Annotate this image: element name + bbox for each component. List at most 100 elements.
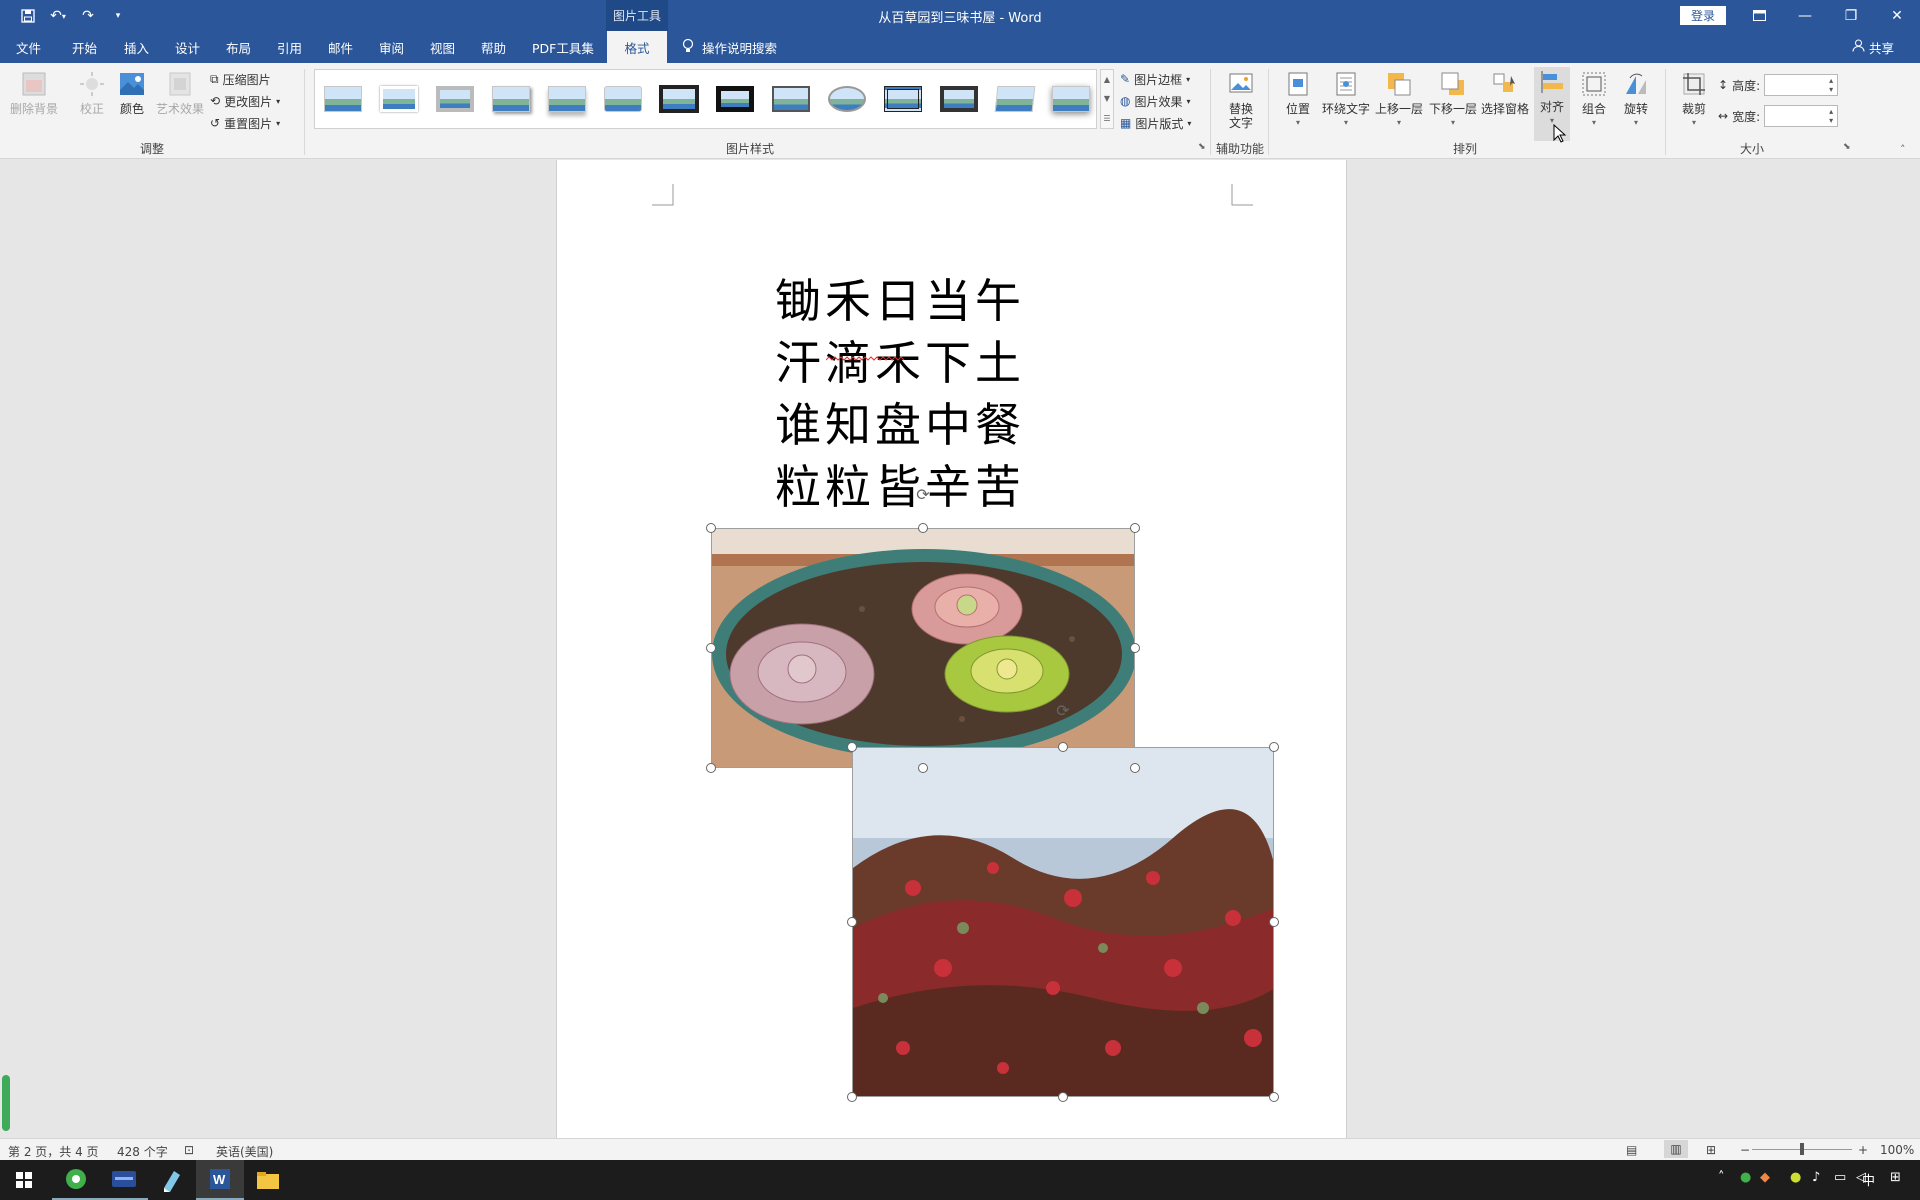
resize-handle-se[interactable] — [1130, 763, 1140, 773]
poem-line-1[interactable]: 锄禾日当午 — [775, 270, 1025, 332]
reset-picture-button[interactable]: ↺ 重置图片 ▾ — [210, 113, 280, 133]
read-mode-icon[interactable]: ▤ — [1626, 1143, 1637, 1157]
poem-line-3[interactable]: 谁知盘中餐 — [775, 394, 1025, 456]
red-tree-image[interactable] — [852, 747, 1274, 1097]
resize-handle-s[interactable] — [918, 763, 928, 773]
width-input[interactable] — [1764, 105, 1839, 127]
picture-style-7[interactable] — [657, 80, 701, 118]
change-picture-button[interactable]: ⟲ 更改图片 ▾ — [210, 91, 280, 111]
tab-layout[interactable]: 布局 — [226, 31, 251, 63]
picture-style-2[interactable] — [377, 80, 421, 118]
bring-forward-button[interactable]: 上移一层 ▾ — [1374, 69, 1424, 130]
restore-icon[interactable]: ❐ — [1828, 0, 1874, 31]
resize-handle-e[interactable] — [1269, 917, 1279, 927]
zoom-slider-thumb[interactable] — [1800, 1143, 1804, 1155]
picture-effects-button[interactable]: ◍ 图片效果 ▾ — [1120, 91, 1191, 111]
resize-handle-s[interactable] — [1058, 1092, 1068, 1102]
print-layout-icon[interactable]: ▥ — [1664, 1140, 1688, 1158]
tray-app-icon[interactable]: ◆ — [1760, 1170, 1770, 1185]
picture-style-12[interactable] — [937, 80, 981, 118]
ime-indicator[interactable]: 中 — [1862, 1170, 1875, 1189]
tab-home[interactable]: 开始 — [72, 31, 97, 63]
color-button[interactable]: 颜色 — [114, 69, 150, 116]
alt-text-button[interactable]: 替换文字 — [1216, 69, 1266, 130]
picture-layout-button[interactable]: ▦ 图片版式 ▾ — [1120, 113, 1191, 133]
close-icon[interactable]: ✕ — [1874, 0, 1920, 31]
succulent-image[interactable] — [711, 528, 1135, 768]
picture-border-button[interactable]: ✎ 图片边框 ▾ — [1120, 69, 1190, 89]
tab-view[interactable]: 视图 — [430, 31, 455, 63]
redo-icon[interactable]: ↷ — [78, 6, 98, 26]
picture-style-4[interactable] — [489, 80, 533, 118]
browser-app-icon[interactable] — [52, 1160, 100, 1200]
resize-handle-nw[interactable] — [847, 742, 857, 752]
resize-handle-nw[interactable] — [706, 523, 716, 533]
poem-line-4[interactable]: 粒粒皆辛苦 — [775, 456, 1025, 518]
tray-app-icon[interactable]: ● — [1790, 1170, 1801, 1185]
tab-file[interactable]: 文件 — [16, 31, 41, 63]
group-objects-button[interactable]: 组合 ▾ — [1576, 69, 1612, 130]
tab-help[interactable]: 帮助 — [481, 31, 506, 63]
picture-style-3[interactable] — [433, 80, 477, 118]
undo-icon[interactable]: ↶ ▾ — [48, 6, 68, 26]
rotate-handle-icon[interactable]: ⟳ — [1054, 702, 1072, 720]
recorder-app-icon[interactable] — [100, 1160, 148, 1200]
web-layout-icon[interactable]: ⊞ — [1706, 1143, 1716, 1157]
collapse-ribbon-icon[interactable]: ˄ — [1900, 143, 1906, 156]
tab-review[interactable]: 审阅 — [379, 31, 404, 63]
word-app-icon[interactable]: W — [196, 1160, 244, 1200]
rotate-button[interactable]: 旋转 ▾ — [1618, 69, 1654, 130]
login-button[interactable]: 登录 — [1680, 6, 1726, 25]
network-icon[interactable]: ▭ — [1834, 1170, 1846, 1185]
page-count[interactable]: 第 2 页，共 4 页 — [8, 1143, 99, 1160]
picture-style-6[interactable] — [601, 80, 645, 118]
resize-handle-e[interactable] — [1130, 643, 1140, 653]
resize-handle-w[interactable] — [847, 917, 857, 927]
tell-me-search[interactable]: 操作说明搜索 — [682, 31, 777, 63]
zoom-out-icon[interactable]: − — [1740, 1143, 1750, 1157]
share-button[interactable]: 共享 — [1852, 31, 1894, 63]
scroll-indicator[interactable] — [2, 1075, 10, 1131]
resize-handle-se[interactable] — [1269, 1092, 1279, 1102]
zoom-in-icon[interactable]: + — [1858, 1143, 1868, 1157]
picture-style-14[interactable] — [1049, 80, 1093, 118]
send-backward-button[interactable]: 下移一层 ▾ — [1428, 69, 1478, 130]
resize-handle-sw[interactable] — [706, 763, 716, 773]
tray-app-icon[interactable]: ● — [1740, 1170, 1751, 1185]
tab-format[interactable]: 格式 — [607, 31, 667, 63]
wrap-text-button[interactable]: 环绕文字 ▾ — [1320, 69, 1372, 130]
picture-style-10[interactable] — [825, 80, 869, 118]
picture-style-8[interactable] — [713, 80, 757, 118]
picture-style-5[interactable] — [545, 80, 589, 118]
save-icon[interactable] — [18, 6, 38, 26]
windows-start-icon[interactable] — [0, 1160, 48, 1200]
remove-background-button[interactable]: 删除背景 — [8, 69, 60, 116]
selection-pane-button[interactable]: 选择窗格 — [1480, 69, 1530, 116]
tab-pdf-tools[interactable]: PDF工具集 — [532, 31, 594, 63]
proofing-icon[interactable]: ⊡ — [184, 1143, 194, 1157]
dialog-launcher-icon[interactable]: ⬊ — [1198, 142, 1206, 152]
picture-style-13[interactable] — [993, 80, 1037, 118]
crop-button[interactable]: 裁剪 ▾ — [1676, 69, 1712, 130]
resize-handle-ne[interactable] — [1130, 523, 1140, 533]
resize-handle-n[interactable] — [1058, 742, 1068, 752]
picture-style-9[interactable] — [769, 80, 813, 118]
minimize-icon[interactable]: — — [1782, 0, 1828, 31]
gallery-down-icon[interactable]: ▼ — [1104, 94, 1110, 103]
resize-handle-ne[interactable] — [1269, 742, 1279, 752]
ribbon-display-options-icon[interactable] — [1736, 0, 1782, 31]
microphone-icon[interactable]: ♪ — [1812, 1170, 1820, 1185]
rotate-handle-icon[interactable]: ⟳ — [914, 486, 932, 504]
tray-overflow-icon[interactable]: ˄ — [1718, 1170, 1725, 1185]
customize-qat-icon[interactable]: ▾ — [108, 6, 128, 26]
ime-mode-icon[interactable]: ⊞ — [1890, 1170, 1901, 1185]
tab-mailings[interactable]: 邮件 — [328, 31, 353, 63]
zoom-level[interactable]: 100% — [1880, 1143, 1914, 1157]
language-indicator[interactable]: 英语(美国) — [216, 1143, 273, 1160]
resize-handle-n[interactable] — [918, 523, 928, 533]
gallery-scrollbar[interactable]: ▲ ▼ ☰ — [1100, 69, 1114, 129]
size-dialog-launcher-icon[interactable]: ⬊ — [1843, 142, 1851, 152]
picture-style-1[interactable] — [321, 80, 365, 118]
notes-app-icon[interactable] — [148, 1160, 196, 1200]
compress-pictures-button[interactable]: ⧉ 压缩图片 — [210, 69, 271, 89]
